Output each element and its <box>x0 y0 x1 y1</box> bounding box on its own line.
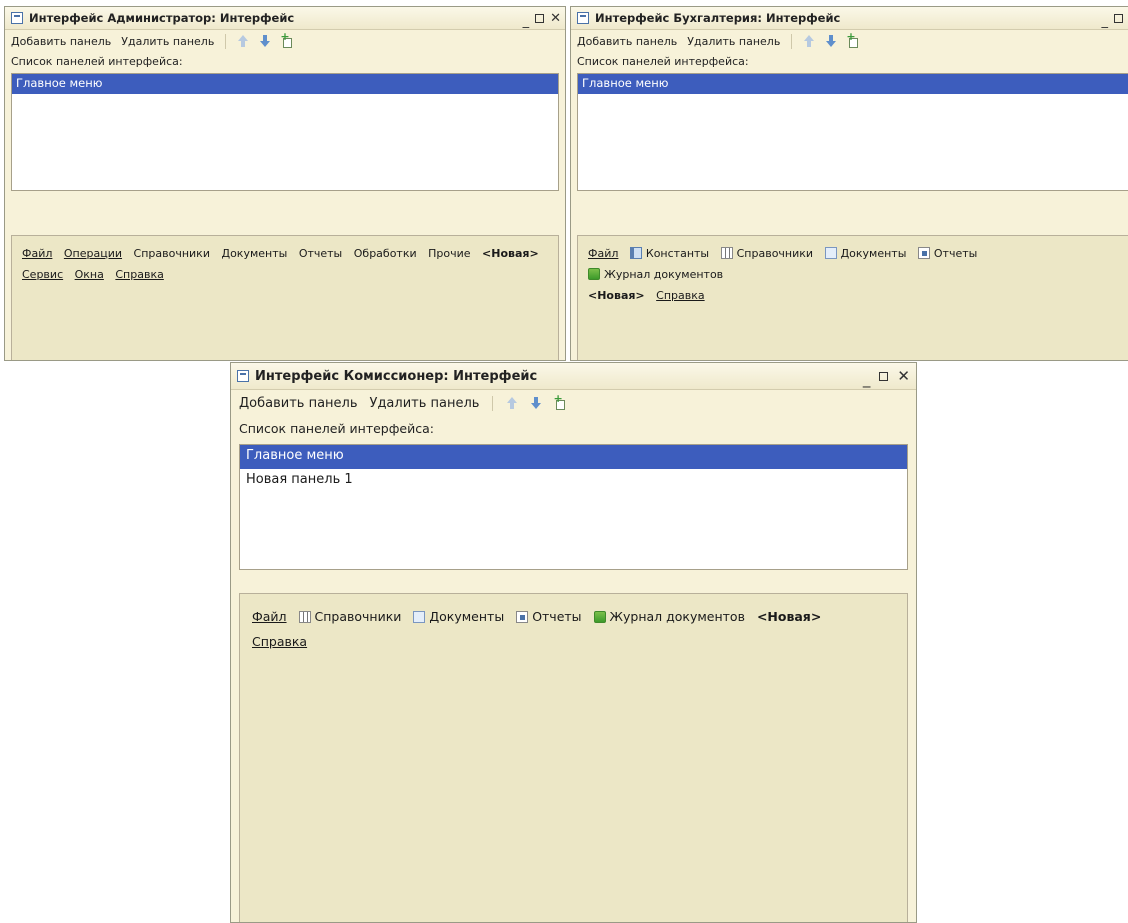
constants-icon <box>629 247 642 259</box>
documents-icon <box>824 247 837 259</box>
close-button[interactable]: ✕ <box>550 12 561 25</box>
menu-item-label: Справочники <box>736 247 814 260</box>
menu-item[interactable]: Сервис <box>22 265 63 286</box>
maximize-button[interactable] <box>1114 13 1123 23</box>
menu-preview: Файл Операции Справочники Документы Отче… <box>11 235 559 360</box>
menu-item-label: Справочники <box>314 609 402 624</box>
menu-item-journal[interactable]: Журнал документов <box>588 265 723 286</box>
window-icon <box>11 12 23 24</box>
window-accounting: Интерфейс Бухгалтерия: Интерфейс _ Добав… <box>570 6 1128 361</box>
list-item[interactable]: Главное меню <box>12 74 558 94</box>
menu-item[interactable]: Справка <box>656 286 704 307</box>
menu-item-documents[interactable]: Документы <box>824 244 907 265</box>
menu-item-new[interactable]: <Новая> <box>588 286 645 307</box>
menu-item-label: Документы <box>840 247 907 260</box>
move-down-icon[interactable] <box>530 397 542 410</box>
menu-item-label: Константы <box>645 247 710 260</box>
toolbar-separator <box>492 396 494 411</box>
menu-item-new[interactable]: <Новая> <box>757 604 821 629</box>
window-administrator: Интерфейс Администратор: Интерфейс _ ✕ Д… <box>4 6 566 361</box>
menu-item-journal[interactable]: Журнал документов <box>593 604 745 629</box>
window-icon <box>237 370 249 382</box>
move-down-icon[interactable] <box>259 35 271 48</box>
journal-icon <box>593 611 606 623</box>
toolbar: Добавить панель Удалить панель <box>571 30 1128 53</box>
list-label: Список панелей интерфейса: <box>11 55 183 68</box>
move-up-icon[interactable] <box>506 397 518 410</box>
menu-item[interactable]: Прочие <box>428 244 470 265</box>
list-item[interactable]: Главное меню <box>240 445 907 469</box>
menu-item-label: Журнал документов <box>609 609 745 624</box>
new-panel-icon[interactable] <box>280 30 294 49</box>
reports-icon <box>917 247 930 259</box>
window-commission: Интерфейс Комиссионер: Интерфейс _ ✕ Доб… <box>230 362 917 923</box>
remove-panel-button[interactable]: Удалить панель <box>121 35 214 48</box>
minimize-button[interactable]: _ <box>523 15 530 28</box>
toolbar: Добавить панель Удалить панель <box>5 30 565 53</box>
new-panel-icon[interactable] <box>846 30 860 49</box>
journal-icon <box>588 267 600 280</box>
window-title: Интерфейс Комиссионер: Интерфейс <box>255 368 538 384</box>
maximize-button[interactable] <box>535 13 545 23</box>
window-title: Интерфейс Администратор: Интерфейс <box>29 11 295 25</box>
add-panel-button[interactable]: Добавить панель <box>239 396 358 411</box>
toolbar: Добавить панель Удалить панель <box>231 390 916 417</box>
list-item[interactable]: Новая панель 1 <box>240 469 907 493</box>
menu-item[interactable]: Справка <box>252 629 307 654</box>
menu-item[interactable]: Файл <box>588 244 618 265</box>
panel-list[interactable]: Главное меню <box>11 73 559 191</box>
close-button[interactable]: ✕ <box>897 368 910 384</box>
menu-item-label: Документы <box>429 609 505 624</box>
move-up-icon[interactable] <box>237 35 249 48</box>
menu-item[interactable]: Справочники <box>134 244 210 265</box>
panel-list[interactable]: Главное меню Новая панель 1 <box>239 444 908 570</box>
add-panel-button[interactable]: Добавить панель <box>11 35 111 48</box>
menu-preview: Файл Константы Справочники Документы Отч… <box>577 235 1128 360</box>
window-icon <box>577 12 589 24</box>
menu-item[interactable]: Справка <box>115 265 163 286</box>
list-label: Список панелей интерфейса: <box>239 421 434 436</box>
new-panel-icon[interactable] <box>553 392 567 411</box>
menu-item-constants[interactable]: Константы <box>629 244 710 265</box>
references-icon <box>298 611 311 623</box>
remove-panel-button[interactable]: Удалить панель <box>370 396 480 411</box>
menu-item-new[interactable]: <Новая> <box>482 244 539 265</box>
minimize-button[interactable]: _ <box>863 371 871 387</box>
move-up-icon[interactable] <box>803 35 815 48</box>
remove-panel-button[interactable]: Удалить панель <box>687 35 780 48</box>
menu-item-references[interactable]: Справочники <box>720 244 814 265</box>
menu-preview: Файл Справочники Документы Отчеты Журнал… <box>239 593 908 922</box>
menu-item[interactable]: Окна <box>75 265 104 286</box>
minimize-button[interactable]: _ <box>1102 15 1109 28</box>
menu-item[interactable]: Файл <box>22 244 52 265</box>
menu-item-label: Журнал документов <box>604 267 724 281</box>
menu-item-label: Отчеты <box>933 247 978 260</box>
menu-item[interactable]: Обработки <box>354 244 417 265</box>
references-icon <box>720 247 733 259</box>
toolbar-separator <box>225 34 227 49</box>
menu-item[interactable]: Документы <box>221 244 287 265</box>
window-title: Интерфейс Бухгалтерия: Интерфейс <box>595 11 841 25</box>
maximize-button[interactable] <box>879 371 889 381</box>
title-bar[interactable]: Интерфейс Администратор: Интерфейс _ ✕ <box>5 7 565 30</box>
menu-item-reports[interactable]: Отчеты <box>516 604 582 629</box>
menu-item-reports[interactable]: Отчеты <box>917 244 978 265</box>
add-panel-button[interactable]: Добавить панель <box>577 35 677 48</box>
panel-list[interactable]: Главное меню <box>577 73 1128 191</box>
menu-item-documents[interactable]: Документы <box>413 604 504 629</box>
menu-item[interactable]: Отчеты <box>299 244 342 265</box>
title-bar[interactable]: Интерфейс Комиссионер: Интерфейс _ ✕ <box>231 363 916 390</box>
menu-item[interactable]: Файл <box>252 604 287 629</box>
list-item[interactable]: Главное меню <box>578 74 1128 94</box>
reports-icon <box>516 611 529 623</box>
menu-item[interactable]: Операции <box>64 244 122 265</box>
menu-item-references[interactable]: Справочники <box>298 604 402 629</box>
toolbar-separator <box>791 34 793 49</box>
menu-item-label: Отчеты <box>532 609 582 624</box>
move-down-icon[interactable] <box>825 35 837 48</box>
list-label: Список панелей интерфейса: <box>577 55 749 68</box>
title-bar[interactable]: Интерфейс Бухгалтерия: Интерфейс _ <box>571 7 1128 30</box>
documents-icon <box>413 611 426 623</box>
